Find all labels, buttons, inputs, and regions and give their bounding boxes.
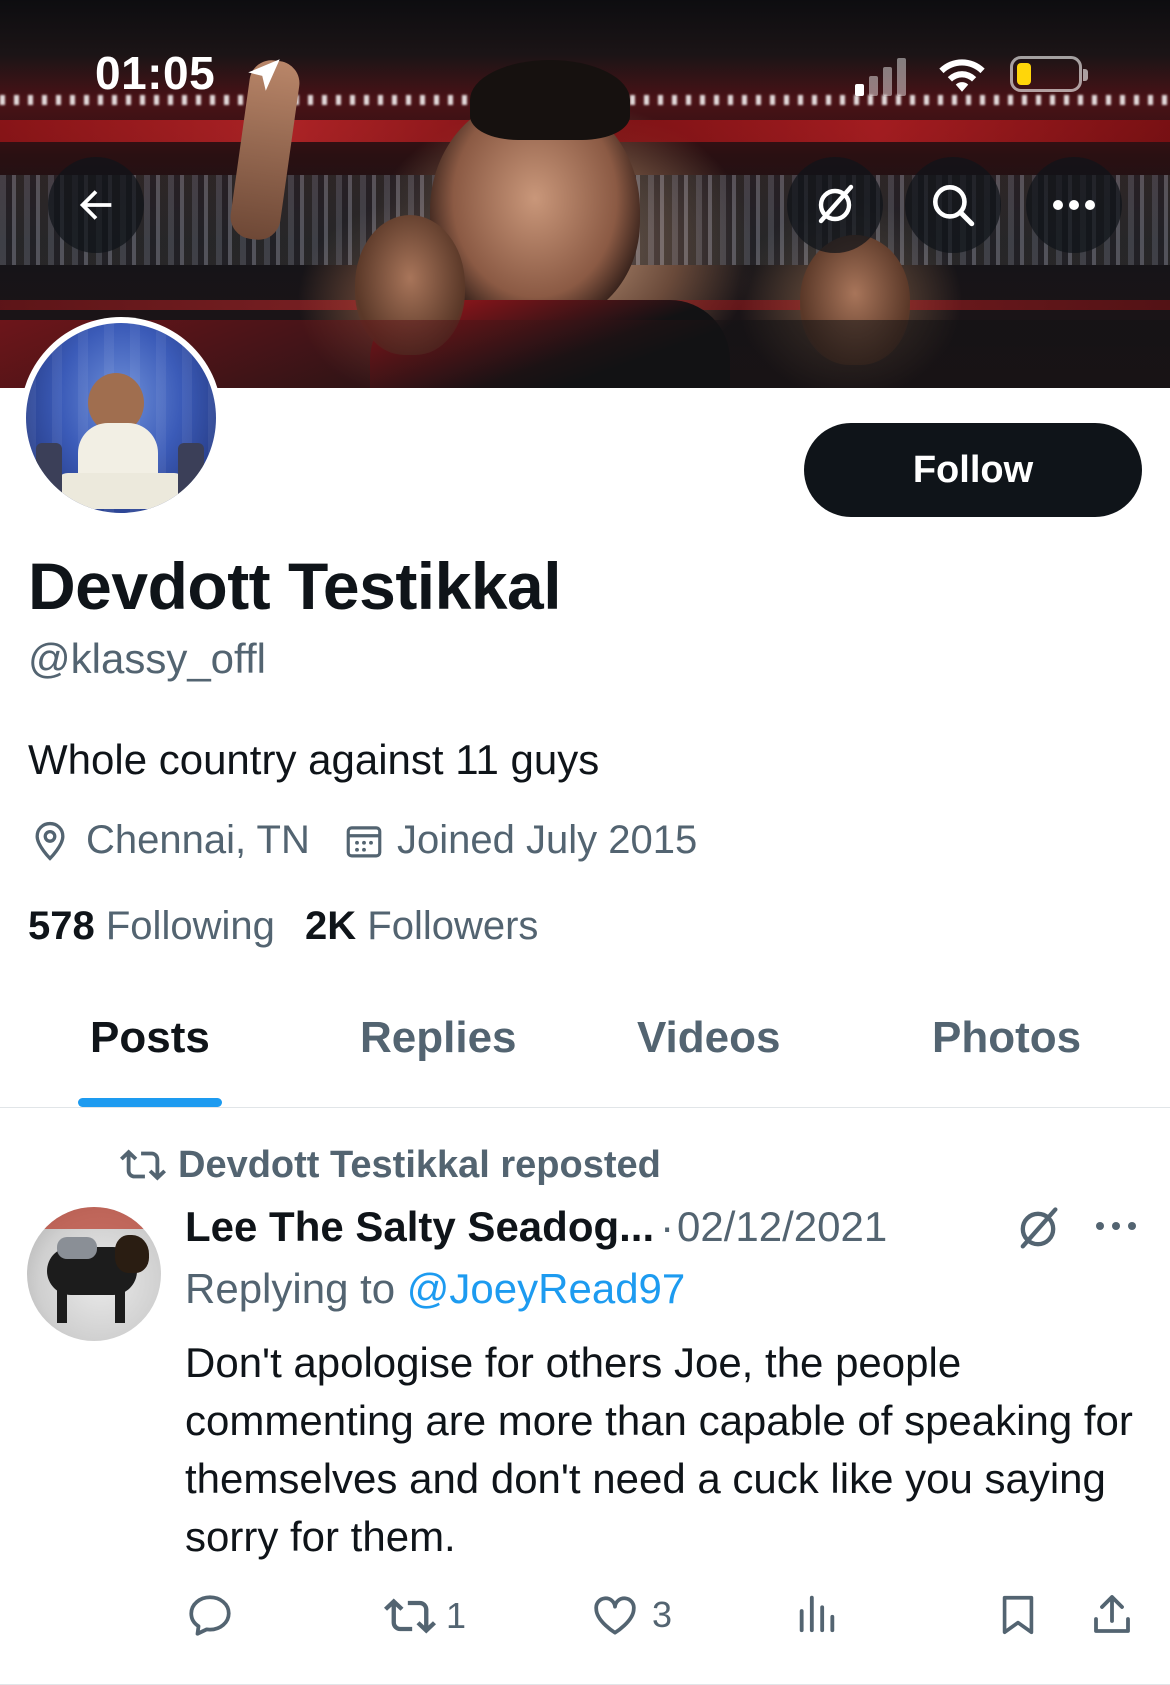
back-button[interactable] xyxy=(48,157,144,253)
replying-prefix: Replying to xyxy=(185,1265,396,1312)
reply-button[interactable] xyxy=(185,1590,235,1640)
bio: Whole country against 11 guys xyxy=(28,736,600,783)
follow-button[interactable]: Follow xyxy=(804,423,1142,517)
tab-replies[interactable]: Replies xyxy=(360,1013,517,1063)
retweet-count: 1 xyxy=(446,1595,467,1636)
views-icon xyxy=(799,1595,835,1633)
post-more-icon[interactable] xyxy=(1094,1219,1138,1233)
grok-icon xyxy=(818,184,854,224)
post-author-name[interactable]: Lee The Salty Seadog... · xyxy=(185,1203,674,1251)
banner-player-hair xyxy=(470,60,630,140)
calendar-icon xyxy=(346,825,382,857)
repost-icon xyxy=(120,1149,166,1181)
following-link[interactable]: 578 Following xyxy=(28,904,275,949)
display-name: Devdott Testikkal xyxy=(28,549,562,623)
tab-posts[interactable]: Posts xyxy=(90,1013,210,1063)
search-icon xyxy=(933,185,975,227)
status-time: 01:05 xyxy=(95,47,216,99)
tab-photos[interactable]: Photos xyxy=(932,1013,1081,1063)
tab-active-indicator xyxy=(78,1098,222,1107)
post-author-avatar[interactable] xyxy=(27,1207,161,1341)
join-date-text: Joined July 2015 xyxy=(397,818,698,862)
replying-to-handle[interactable]: @JoeyRead97 xyxy=(407,1265,685,1312)
bookmark-button[interactable] xyxy=(995,1590,1041,1640)
post-text: Don't apologise for others Joe, the peop… xyxy=(185,1339,1133,1560)
replying-to: Replying to @JoeyRead97 xyxy=(185,1265,685,1313)
views-button[interactable] xyxy=(794,1590,840,1636)
following-count: 578 xyxy=(28,904,95,948)
join-date: Joined July 2015 xyxy=(343,818,697,863)
location-arrow-icon xyxy=(248,59,280,91)
bookmark-icon xyxy=(1002,1595,1034,1635)
repost-label: Devdott Testikkal reposted xyxy=(178,1143,661,1186)
search-button[interactable] xyxy=(905,157,1001,253)
more-icon xyxy=(1053,200,1095,210)
more-button[interactable] xyxy=(1026,157,1122,253)
following-label: Following xyxy=(105,904,275,948)
grok-icon[interactable] xyxy=(1012,1203,1064,1255)
wifi-icon xyxy=(939,59,985,92)
followers-label: Followers xyxy=(367,904,539,948)
like-count: 3 xyxy=(652,1594,673,1635)
like-button[interactable]: 3 xyxy=(590,1590,672,1640)
share-button[interactable] xyxy=(1088,1590,1136,1640)
battery-icon xyxy=(1010,56,1088,92)
tab-videos[interactable]: Videos xyxy=(637,1013,780,1063)
repost-icon xyxy=(384,1598,436,1634)
grok-button[interactable] xyxy=(787,157,883,253)
followers-count: 2K xyxy=(305,904,357,948)
signal-icon xyxy=(855,58,906,96)
location: Chennai, TN xyxy=(28,818,310,863)
profile-avatar[interactable] xyxy=(20,317,222,519)
share-icon xyxy=(1094,1595,1130,1633)
location-text: Chennai, TN xyxy=(86,818,310,862)
repost-indicator: Devdott Testikkal reposted xyxy=(120,1142,661,1188)
retweet-button[interactable]: 1 xyxy=(384,1590,466,1642)
arrow-left-icon xyxy=(79,190,112,220)
avatar-image xyxy=(26,323,216,513)
post-date[interactable]: 02/12/2021 xyxy=(677,1203,887,1251)
handle: @klassy_offl xyxy=(28,635,266,682)
tabs-divider xyxy=(0,1107,1170,1108)
location-pin-icon xyxy=(35,821,65,861)
followers-link[interactable]: 2K Followers xyxy=(305,904,538,949)
heart-icon xyxy=(594,1596,636,1635)
reply-icon xyxy=(189,1595,231,1636)
